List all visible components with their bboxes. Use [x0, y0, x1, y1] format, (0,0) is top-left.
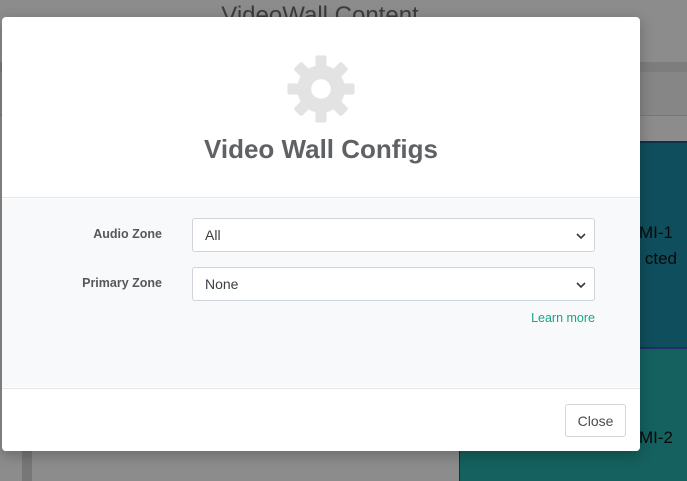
- primary-zone-select[interactable]: None: [192, 267, 595, 301]
- audio-zone-selected-value: All: [205, 227, 221, 243]
- close-button[interactable]: Close: [565, 404, 626, 437]
- audio-zone-row: Audio Zone All: [2, 218, 640, 252]
- learn-more-link[interactable]: Learn more: [531, 311, 595, 325]
- modal-header: Video Wall Configs: [2, 17, 640, 198]
- gear-icon: [287, 55, 355, 123]
- audio-zone-label: Audio Zone: [93, 227, 162, 241]
- modal-body: Audio Zone All Primary Zone None Learn m…: [2, 199, 640, 387]
- primary-zone-row: Primary Zone None: [2, 267, 640, 301]
- primary-zone-label: Primary Zone: [82, 276, 162, 290]
- primary-zone-selected-value: None: [205, 276, 239, 292]
- video-wall-configs-dialog: Video Wall Configs Audio Zone All Primar…: [2, 17, 640, 451]
- chevron-down-icon: [576, 282, 586, 289]
- modal-title: Video Wall Configs: [203, 134, 438, 164]
- chevron-down-icon: [576, 233, 586, 240]
- modal-footer: Close: [2, 388, 640, 451]
- audio-zone-select[interactable]: All: [192, 218, 595, 252]
